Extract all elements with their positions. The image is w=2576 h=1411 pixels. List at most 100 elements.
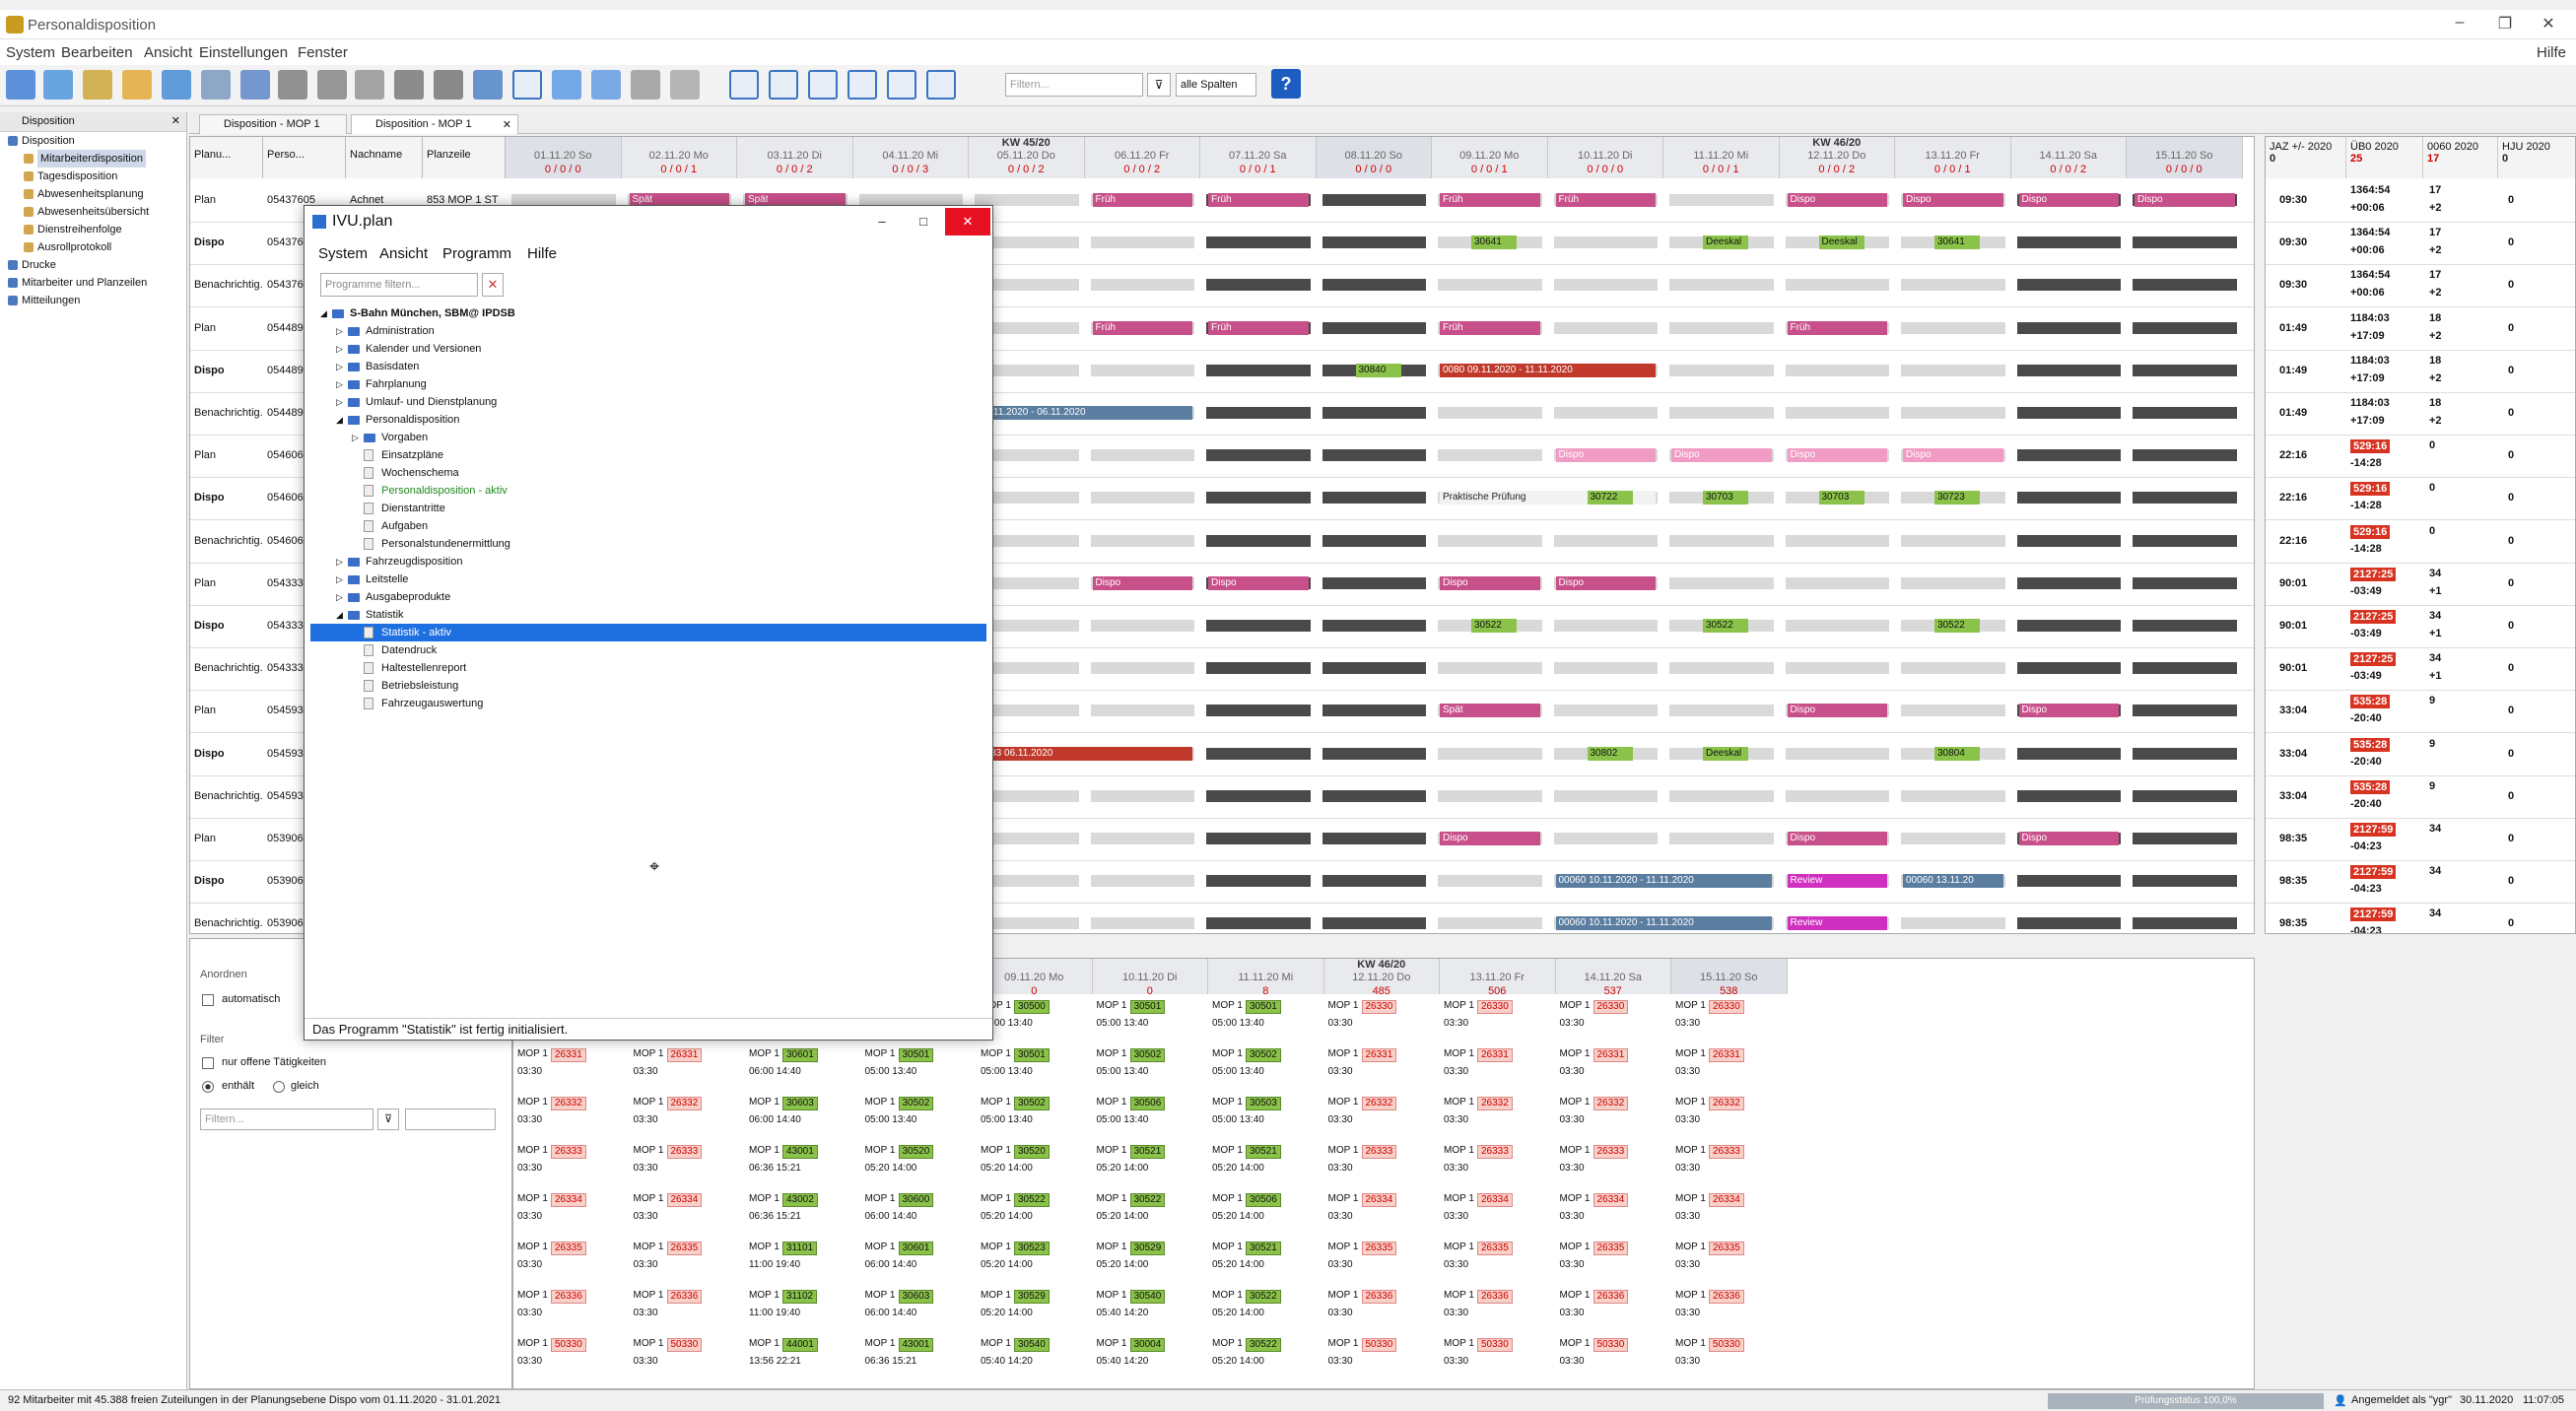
assignment-cell[interactable]: MOP 1 30601 06:00 14:40 <box>749 1048 857 1084</box>
shift-bar[interactable] <box>1901 407 2005 419</box>
tree-node[interactable]: Personalstundenermittlung <box>316 535 986 553</box>
tree-node[interactable]: Datendruck <box>316 641 986 659</box>
assignment-cell[interactable]: MOP 1 50330 03:30 <box>517 1338 626 1374</box>
assignment-block[interactable]: 05.11.2020 - 06.11.2020 <box>977 406 1192 420</box>
tree-node[interactable]: ▷ Ausgabeprodukte <box>316 588 986 606</box>
assignment-block[interactable]: Früh <box>1092 320 1192 335</box>
shift-bar[interactable] <box>1438 407 1542 419</box>
tree-node[interactable]: Einsatzpläne <box>316 446 986 464</box>
shift-bar[interactable] <box>1901 833 2005 844</box>
shift-bar[interactable] <box>1206 620 1311 632</box>
list-icon[interactable] <box>240 70 270 100</box>
assignment-cell[interactable]: MOP 1 26334 03:30 <box>634 1193 742 1229</box>
confirm-icon[interactable] <box>355 70 384 100</box>
expand-icon[interactable]: ▷ <box>336 393 343 411</box>
assignment-cell[interactable]: MOP 1 26336 03:30 <box>1328 1290 1437 1325</box>
shift-bar[interactable] <box>1901 705 2005 717</box>
binoculars-icon[interactable] <box>591 70 621 100</box>
tree-node[interactable]: ▷ Kalender und Versionen <box>316 340 986 358</box>
shift-bar[interactable] <box>2016 449 2121 462</box>
day-header[interactable]: 15.11.20 So 0 / 0 / 0 <box>2127 137 2243 178</box>
assignment-cell[interactable]: MOP 1 30521 05:20 14:00 <box>1212 1242 1321 1277</box>
forward-icon[interactable] <box>278 70 307 100</box>
person-filter-icon[interactable] <box>887 70 916 100</box>
shift-bar[interactable] <box>1090 789 1194 802</box>
tree-node[interactable]: Haltestellenreport <box>316 659 986 677</box>
assignment-block[interactable]: 30840 <box>1355 363 1401 377</box>
route-icon[interactable] <box>162 70 191 100</box>
nav-item[interactable]: Abwesenheitsübersicht <box>0 203 186 221</box>
assignment-block[interactable]: Dispo <box>1903 193 2003 207</box>
assignment-cell[interactable]: MOP 1 26331 03:30 <box>517 1048 626 1084</box>
grid-icon[interactable] <box>552 70 581 100</box>
shift-bar[interactable] <box>1669 194 1774 206</box>
automatisch-checkbox[interactable] <box>202 994 214 1006</box>
day-header[interactable]: 08.11.20 So 0 / 0 / 0 <box>1316 137 1432 178</box>
assignment-cell[interactable]: MOP 1 30501 05:00 13:40 <box>1212 1000 1321 1036</box>
assignment-cell[interactable]: MOP 1 50330 03:30 <box>1444 1338 1552 1374</box>
shift-bar[interactable] <box>1090 917 1194 930</box>
shift-bar[interactable] <box>2016 789 2121 802</box>
tree-node[interactable]: ▷ Vorgaben <box>316 429 986 446</box>
assignment-cell[interactable]: MOP 1 26332 03:30 <box>1675 1097 1784 1132</box>
shift-bar[interactable] <box>2133 747 2237 760</box>
assignment-cell[interactable]: MOP 1 31102 11:00 19:40 <box>749 1290 857 1325</box>
assignment-block[interactable]: Deeskal <box>1703 235 1748 250</box>
dialog-menu-hilfe[interactable]: Hilfe <box>527 245 557 262</box>
assignment-cell[interactable]: MOP 1 30520 05:20 14:00 <box>865 1145 974 1180</box>
assignment-cell[interactable]: MOP 1 26334 03:30 <box>1560 1193 1668 1229</box>
calendar-icon[interactable] <box>434 70 463 100</box>
assignment-cell[interactable]: MOP 1 26333 03:30 <box>1675 1145 1784 1180</box>
minimize-icon[interactable]: – <box>2440 14 2479 32</box>
tree-node[interactable]: Personaldisposition - aktiv <box>316 482 986 500</box>
shift-bar[interactable] <box>2016 534 2121 547</box>
assignment-cell[interactable]: MOP 1 26332 03:30 <box>1328 1097 1437 1132</box>
nav-item[interactable]: Mitarbeiter und Planzeilen <box>0 274 186 292</box>
shift-bar[interactable] <box>1438 662 1542 675</box>
tree-node[interactable]: Statistik - aktiv <box>310 624 986 641</box>
shift-bar[interactable] <box>1206 279 1311 292</box>
assignment-block[interactable]: Deeskal <box>1703 746 1748 761</box>
tree-node[interactable]: ▷ Administration <box>316 322 986 340</box>
shift-bar[interactable] <box>1090 875 1194 888</box>
nav-item[interactable]: Mitarbeiterdisposition <box>0 150 186 168</box>
assign-icon[interactable] <box>201 70 231 100</box>
day-header[interactable]: 01.11.20 So 0 / 0 / 0 <box>506 137 622 178</box>
shift-bar[interactable] <box>1090 364 1194 376</box>
assignment-cell[interactable]: MOP 1 26335 03:30 <box>1675 1242 1784 1277</box>
assignment-block[interactable]: 00060 10.11.2020 - 11.11.2020 <box>1555 874 1772 889</box>
assignment-block[interactable]: 30522 <box>1471 619 1517 633</box>
assignment-block[interactable]: 00060 10.11.2020 - 11.11.2020 <box>1555 916 1772 931</box>
shift-bar[interactable] <box>2133 833 2237 844</box>
assignment-cell[interactable]: MOP 1 30506 05:00 13:40 <box>1097 1097 1205 1132</box>
dialog-titlebar[interactable]: IVU.plan – □ ✕ <box>305 206 992 239</box>
assignment-block[interactable]: Dispo <box>1903 448 2003 463</box>
offene-checkbox[interactable] <box>202 1057 214 1069</box>
shift-bar[interactable] <box>1206 534 1311 547</box>
assignment-cell[interactable]: MOP 126330 03:30 <box>1328 1000 1437 1036</box>
shift-bar[interactable] <box>2133 364 2237 376</box>
shift-bar[interactable] <box>1438 917 1542 930</box>
edit-icon[interactable] <box>394 70 424 100</box>
shift-bar[interactable] <box>1669 321 1774 334</box>
assignment-block[interactable]: 30641 <box>1934 235 1980 250</box>
day-header[interactable]: 09.11.20 Mo 0 / 0 / 1 <box>1432 137 1548 178</box>
shift-bar[interactable] <box>1206 789 1311 802</box>
shift-bar[interactable] <box>1553 789 1658 802</box>
program-filter-input[interactable]: Programme filtern... <box>320 273 478 297</box>
assignment-cell[interactable]: MOP 1 26334 03:30 <box>1675 1193 1784 1229</box>
shift-bar[interactable] <box>1206 747 1311 760</box>
assignment-block[interactable]: Früh <box>1208 320 1309 335</box>
assignment-block[interactable]: 30703 <box>1818 491 1864 505</box>
assignment-cell[interactable]: MOP 1 43002 06:36 15:21 <box>749 1193 857 1229</box>
shift-bar[interactable] <box>1206 705 1311 717</box>
shift-bar[interactable] <box>1785 279 1889 292</box>
shift-bar[interactable] <box>1901 576 2005 589</box>
assignment-cell[interactable]: MOP 1 30506 05:20 14:00 <box>1212 1193 1321 1229</box>
refresh-icon[interactable] <box>122 70 152 100</box>
menu-system[interactable]: System <box>6 44 55 61</box>
shift-bar[interactable] <box>2133 492 2237 504</box>
day-header[interactable]: 02.11.20 Mo 0 / 0 / 1 <box>621 137 737 178</box>
assignment-cell[interactable]: MOP 1 26334 03:30 <box>1328 1193 1437 1229</box>
assignment-cell[interactable]: MOP 1 44001 13:56 22:21 <box>749 1338 857 1374</box>
